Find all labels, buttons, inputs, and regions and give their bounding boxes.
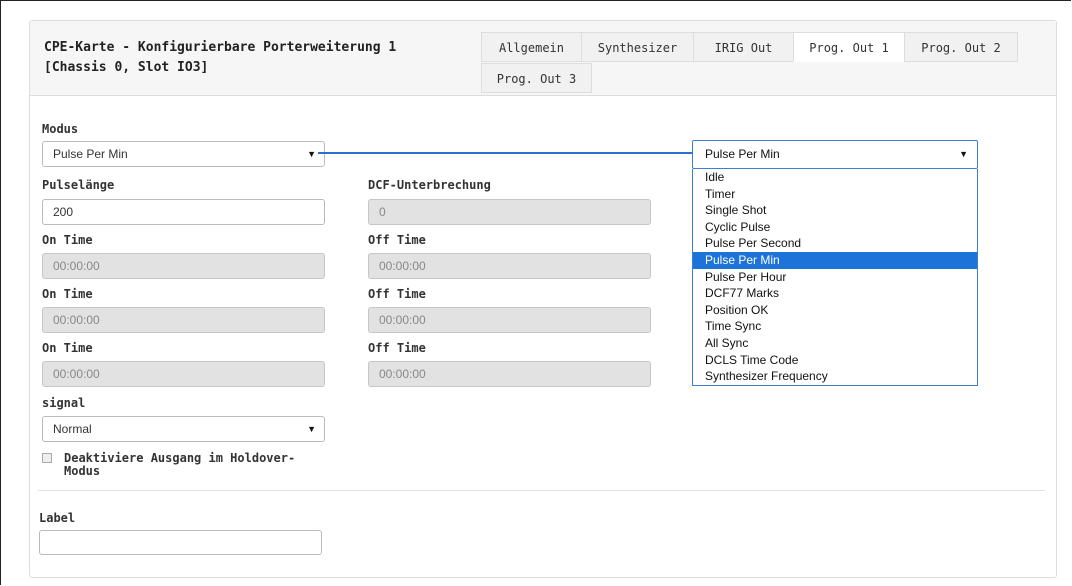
- dropdown-option-highlighted[interactable]: Pulse Per Min: [693, 251, 977, 269]
- dropdown-option[interactable]: Time Sync: [693, 318, 977, 335]
- dropdown-option[interactable]: All Sync: [693, 335, 977, 352]
- dropdown-option[interactable]: Cyclic Pulse: [693, 219, 977, 236]
- dropdown-option[interactable]: Pulse Per Hour: [693, 269, 977, 286]
- off-time-label: Off Time: [368, 287, 426, 301]
- modus-select-value: Pulse Per Min: [53, 147, 128, 161]
- dropdown-option[interactable]: DCLS Time Code: [693, 352, 977, 369]
- dropdown-option[interactable]: Synthesizer Frequency: [693, 368, 977, 385]
- holdover-label-line-2: Modus: [64, 464, 101, 478]
- dropdown-option[interactable]: Idle: [693, 169, 977, 186]
- label-field-label: Label: [39, 511, 76, 525]
- on-time-input[interactable]: 00:00:00: [42, 307, 325, 333]
- callout-connector-line: [318, 152, 692, 154]
- holdover-label: Deaktiviere Ausgang im Holdover- Modus: [64, 452, 295, 478]
- on-time-label: On Time: [42, 341, 93, 355]
- tab-prog-out-1[interactable]: Prog. Out 1: [793, 32, 905, 62]
- tab-irig-out[interactable]: IRIG Out: [693, 32, 794, 62]
- modus-select[interactable]: Pulse Per Min ▼: [42, 141, 325, 167]
- signal-select-value: Normal: [53, 422, 92, 436]
- pulselaenge-input[interactable]: 200: [42, 199, 325, 225]
- card-header: CPE-Karte - Konfigurierbare Porterweiter…: [30, 21, 1056, 96]
- holdover-checkbox[interactable]: [42, 453, 52, 463]
- section-divider: [38, 490, 1045, 491]
- signal-label: signal: [42, 396, 86, 410]
- chevron-down-icon: ▼: [307, 149, 316, 159]
- on-time-input[interactable]: 00:00:00: [42, 253, 325, 279]
- off-time-input[interactable]: 00:00:00: [368, 307, 651, 333]
- off-time-label: Off Time: [368, 341, 426, 355]
- dropdown-option[interactable]: Single Shot: [693, 202, 977, 219]
- on-time-label: On Time: [42, 287, 93, 301]
- off-time-label: Off Time: [368, 233, 426, 247]
- title-line-2: [Chassis 0, Slot IO3]: [44, 60, 209, 75]
- pulselaenge-label: Pulselänge: [42, 178, 115, 192]
- signal-select[interactable]: Normal ▼: [42, 416, 325, 442]
- on-time-input[interactable]: 00:00:00: [42, 361, 325, 387]
- dcf-label: DCF-Unterbrechung: [368, 178, 491, 192]
- off-time-input[interactable]: 00:00:00: [368, 361, 651, 387]
- tab-prog-out-3[interactable]: Prog. Out 3: [481, 63, 592, 93]
- off-time-input[interactable]: 00:00:00: [368, 253, 651, 279]
- dropdown-selected-value: Pulse Per Min: [705, 147, 780, 161]
- dropdown-option[interactable]: Pulse Per Second: [693, 235, 977, 252]
- on-time-label: On Time: [42, 233, 93, 247]
- chevron-down-icon: ▼: [307, 424, 316, 434]
- label-input[interactable]: [39, 530, 322, 555]
- dcf-input[interactable]: 0: [368, 199, 651, 225]
- modus-label: Modus: [42, 122, 79, 136]
- dropdown-option[interactable]: DCF77 Marks: [693, 285, 977, 302]
- tab-prog-out-2[interactable]: Prog. Out 2: [904, 32, 1018, 62]
- dropdown-option[interactable]: Timer: [693, 186, 977, 203]
- title-line-1: CPE-Karte - Konfigurierbare Porterweiter…: [44, 40, 397, 55]
- modus-dropdown-expanded[interactable]: Pulse Per Min ▼: [692, 140, 978, 169]
- page-title: CPE-Karte - Konfigurierbare Porterweiter…: [44, 38, 396, 78]
- chevron-down-icon: ▼: [959, 149, 968, 159]
- dropdown-option[interactable]: Position OK: [693, 302, 977, 319]
- tab-synthesizer[interactable]: Synthesizer: [581, 32, 694, 62]
- tab-allgemein[interactable]: Allgemein: [481, 32, 582, 62]
- dropdown-options-list: Idle Timer Single Shot Cyclic Pulse Puls…: [692, 169, 978, 386]
